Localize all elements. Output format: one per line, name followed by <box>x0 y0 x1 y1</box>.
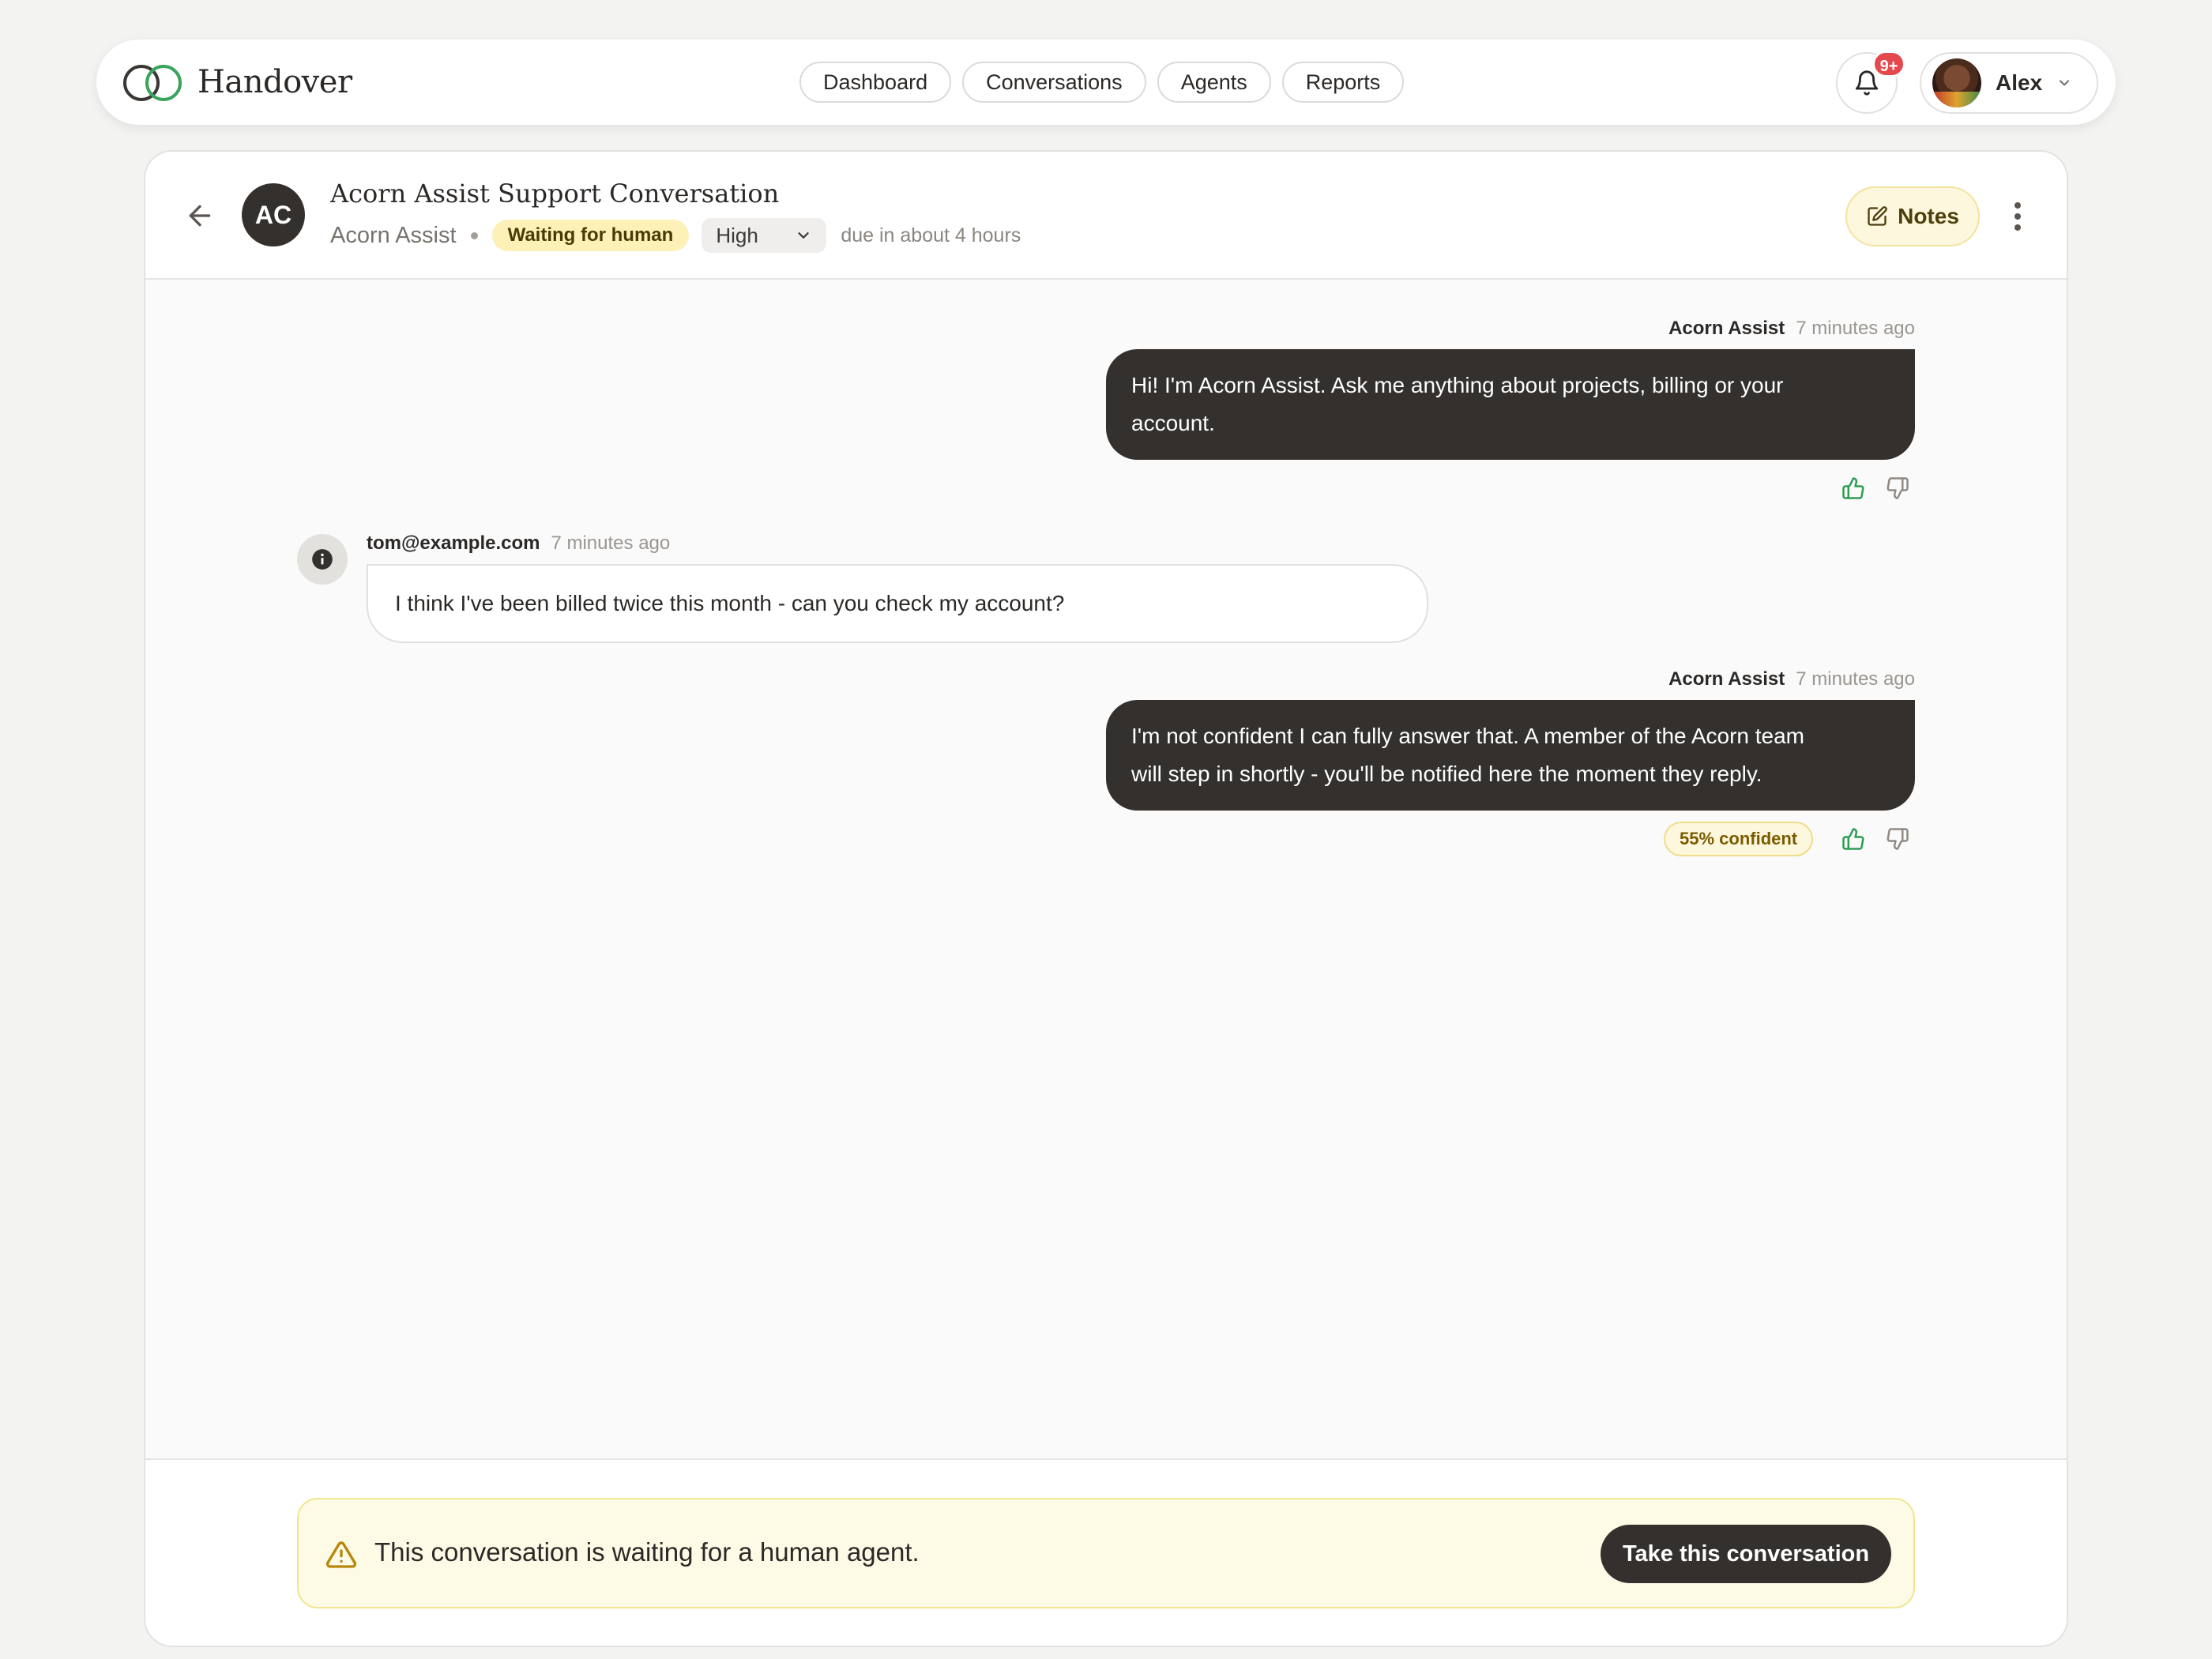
more-vertical-icon <box>2014 202 2021 231</box>
thumbs-up-icon <box>1842 828 1864 850</box>
conversation-header: AC Acorn Assist Support Conversation Aco… <box>145 152 2067 280</box>
conversation-title: Acorn Assist Support Conversation <box>330 179 780 209</box>
thumbs-up-button[interactable] <box>1839 474 1868 502</box>
conversation-panel: AC Acorn Assist Support Conversation Aco… <box>144 150 2068 1647</box>
warning-icon <box>325 1541 357 1568</box>
message-line: account. <box>1131 411 1215 435</box>
conversation-footer: This conversation is waiting for a human… <box>145 1458 2067 1646</box>
arrow-left-icon <box>189 205 211 227</box>
brand[interactable]: Handover <box>123 60 352 104</box>
notification-count-badge: 9+ <box>1872 51 1905 77</box>
message-sender: Acorn Assist <box>1668 318 1785 339</box>
edit-icon <box>1868 206 1887 226</box>
chevron-down-icon <box>2060 80 2070 86</box>
thumbs-down-icon <box>1887 477 1909 499</box>
nav-tab-agents[interactable]: Agents <box>1157 62 1271 103</box>
message-line: I'm not confident I can fully answer tha… <box>1131 724 1805 748</box>
user-avatar <box>1932 58 1981 107</box>
nav-tab-reports[interactable]: Reports <box>1281 62 1405 103</box>
waiting-banner: This conversation is waiting for a human… <box>297 1498 1915 1608</box>
message-meta: Acorn Assist 7 minutes ago <box>1668 668 1915 690</box>
message-time: 7 minutes ago <box>551 532 671 554</box>
thumbs-up-icon <box>1842 477 1864 499</box>
notes-label: Notes <box>1898 204 1959 228</box>
due-text: due in about 4 hours <box>841 224 1021 246</box>
info-icon <box>312 549 333 570</box>
message-time: 7 minutes ago <box>1796 318 1915 339</box>
notes-button[interactable]: Notes <box>1845 186 1980 246</box>
brand-logo-icon <box>123 60 183 104</box>
message-time: 7 minutes ago <box>1796 668 1915 690</box>
take-conversation-button[interactable]: Take this conversation <box>1601 1525 1891 1583</box>
message-sender: tom@example.com <box>367 532 540 554</box>
conversation-avatar: AC <box>242 183 305 246</box>
message-line: Hi! I'm Acorn Assist. Ask me anything ab… <box>1131 373 1784 397</box>
brand-name: Handover <box>198 64 352 100</box>
main-nav: Dashboard Conversations Agents Reports <box>799 62 1405 103</box>
more-options-button[interactable] <box>2002 193 2033 240</box>
agent-name: Acorn Assist <box>330 222 457 248</box>
conversation-meta: Acorn Assist Waiting for human High due … <box>330 218 1021 253</box>
thumbs-down-button[interactable] <box>1883 474 1912 502</box>
priority-value: High <box>716 223 758 247</box>
notifications-button[interactable]: 9+ <box>1836 51 1905 114</box>
user-menu-button[interactable]: Alex <box>1920 52 2098 114</box>
message-sender: Acorn Assist <box>1668 668 1785 690</box>
priority-select[interactable]: High <box>702 218 827 253</box>
message-meta: tom@example.com 7 minutes ago <box>367 532 670 555</box>
chevron-down-icon <box>798 232 809 239</box>
user-name: Alex <box>1996 70 2043 95</box>
nav-tab-conversations[interactable]: Conversations <box>962 62 1146 103</box>
back-button[interactable] <box>180 196 220 235</box>
nav-tab-dashboard[interactable]: Dashboard <box>799 62 952 103</box>
status-badge: Waiting for human <box>491 220 690 251</box>
message-meta: Acorn Assist 7 minutes ago <box>1668 318 1915 340</box>
message-line: I think I've been billed twice this mont… <box>395 591 1065 615</box>
user-avatar <box>297 534 348 585</box>
assistant-message-bubble: Hi! I'm Acorn Assist. Ask me anything ab… <box>1106 349 1915 460</box>
thumbs-down-icon <box>1887 828 1909 850</box>
separator-dot <box>470 231 478 239</box>
confidence-badge: 55% confident <box>1664 822 1814 856</box>
top-nav: Handover Dashboard Conversations Agents … <box>96 40 2116 125</box>
assistant-message-bubble: I'm not confident I can fully answer tha… <box>1106 700 1915 811</box>
user-message-bubble: I think I've been billed twice this mont… <box>367 564 1428 643</box>
thumbs-up-button[interactable] <box>1839 825 1868 853</box>
banner-text: This conversation is waiting for a human… <box>374 1537 920 1567</box>
message-line: will step in shortly - you'll be notifie… <box>1131 762 1762 786</box>
thumbs-down-button[interactable] <box>1883 825 1912 853</box>
